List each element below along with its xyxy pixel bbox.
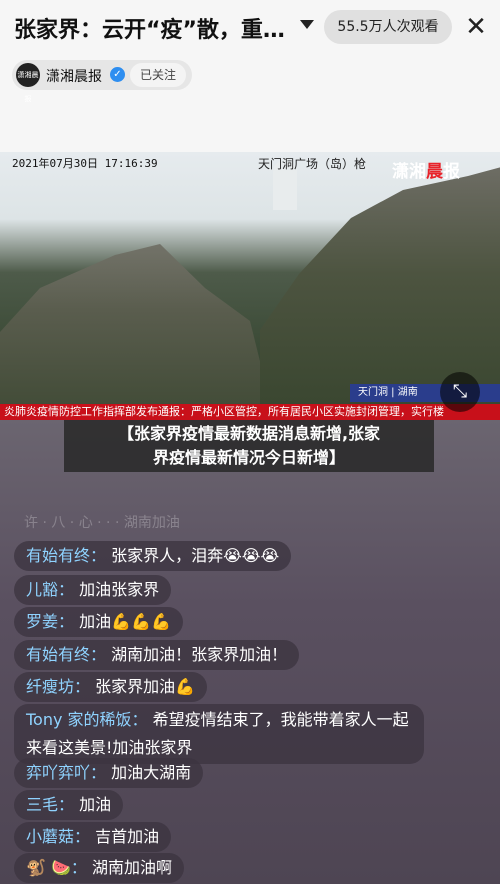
headline-banner: 【张家界疫情最新数据消息新增,张家 界疫情最新情况今日新增】 <box>64 420 434 472</box>
viewer-count-badge: 55.5万人次观看 <box>324 10 452 44</box>
chat-text: 加油张家界 <box>79 580 160 599</box>
chat-user[interactable]: 🐒 🍉： <box>26 858 87 877</box>
chat-message: 🐒 🍉： 湖南加油啊 <box>14 853 185 883</box>
chat-text: 加油💪💪💪 <box>79 612 171 631</box>
chat-user[interactable]: 儿豁： <box>26 580 74 599</box>
chat-user[interactable]: 弈吖弈吖： <box>26 763 106 782</box>
follow-button[interactable]: 已关注 <box>130 63 186 87</box>
chat-user[interactable]: Tony 家的稀饭： <box>26 710 148 729</box>
chat-user[interactable]: 三毛： <box>26 795 74 814</box>
chat-message: Tony 家的稀饭： 希望疫情结束了，我能带着家人一起来看这美景!加油张家界 <box>14 704 424 764</box>
chat-user[interactable]: 小蘑菇： <box>26 827 90 846</box>
chat-message: 罗姜： 加油💪💪💪 <box>14 607 183 637</box>
chat-text: 加油大湖南 <box>111 763 192 782</box>
video-timestamp: 2021年07月30日 17:16:39 <box>12 157 158 170</box>
watermark-part2: 晨 <box>426 162 443 182</box>
close-button[interactable]: ✕ <box>460 11 492 43</box>
chat-text: 加油 <box>79 795 112 814</box>
watermark-part1: 潇湘 <box>392 162 426 182</box>
channel-name[interactable]: 潇湘晨报 <box>46 66 102 86</box>
chat-text: 湖南加油！张家界加油！ <box>111 645 288 664</box>
headline-line2: 界疫情最新情况今日新增】 <box>152 448 345 467</box>
chat-message: 三毛： 加油 <box>14 790 124 820</box>
chat-text: 湖南加油啊 <box>92 858 173 877</box>
page-title[interactable]: 张家界：云开“疫”散，重… <box>14 12 314 44</box>
headline-line1: 【张家界疫情最新数据消息新增,张家 <box>117 424 381 443</box>
video-watermark: 潇湘晨报 <box>392 157 460 182</box>
fullscreen-icon[interactable]: ⤡ <box>440 372 480 412</box>
video-location: 天门洞广场（岛）枪 <box>258 157 367 171</box>
channel-avatar[interactable]: 潇湘晨报 <box>16 63 40 103</box>
chat-text: 张家界人，泪奔😭😭😭 <box>111 546 280 565</box>
chat-message: 有始有终： 湖南加油！张家界加油！ <box>14 640 300 670</box>
faded-chat: 许 · 八 · 心 · · · 湖南加油 <box>24 515 180 531</box>
watermark-part3: 报 <box>443 162 460 182</box>
video-player[interactable] <box>0 152 500 420</box>
chat-message: 小蘑菇： 吉首加油 <box>14 822 172 852</box>
chevron-down-icon[interactable] <box>300 20 314 29</box>
chat-message: 纤瘦坊： 张家界加油💪 <box>14 672 208 702</box>
chat-message: 弈吖弈吖： 加油大湖南 <box>14 758 204 788</box>
chat-user[interactable]: 有始有终： <box>26 546 106 565</box>
ticker-red: 炎肺炎疫情防控工作指挥部发布通报：严格小区管控，所有居民小区实施封闭管理，实行楼 <box>0 404 500 420</box>
chat-text: 张家界加油💪 <box>95 677 196 696</box>
verified-icon: ✓ <box>110 67 125 82</box>
chat-user[interactable]: 罗姜： <box>26 612 74 631</box>
chat-message: 儿豁： 加油张家界 <box>14 575 172 605</box>
chat-text: 吉首加油 <box>95 827 160 846</box>
chat-user[interactable]: 纤瘦坊： <box>26 677 90 696</box>
mountain-left <box>0 244 280 420</box>
chat-user[interactable]: 有始有终： <box>26 645 106 664</box>
chat-message: 有始有终： 张家界人，泪奔😭😭😭 <box>14 541 292 571</box>
